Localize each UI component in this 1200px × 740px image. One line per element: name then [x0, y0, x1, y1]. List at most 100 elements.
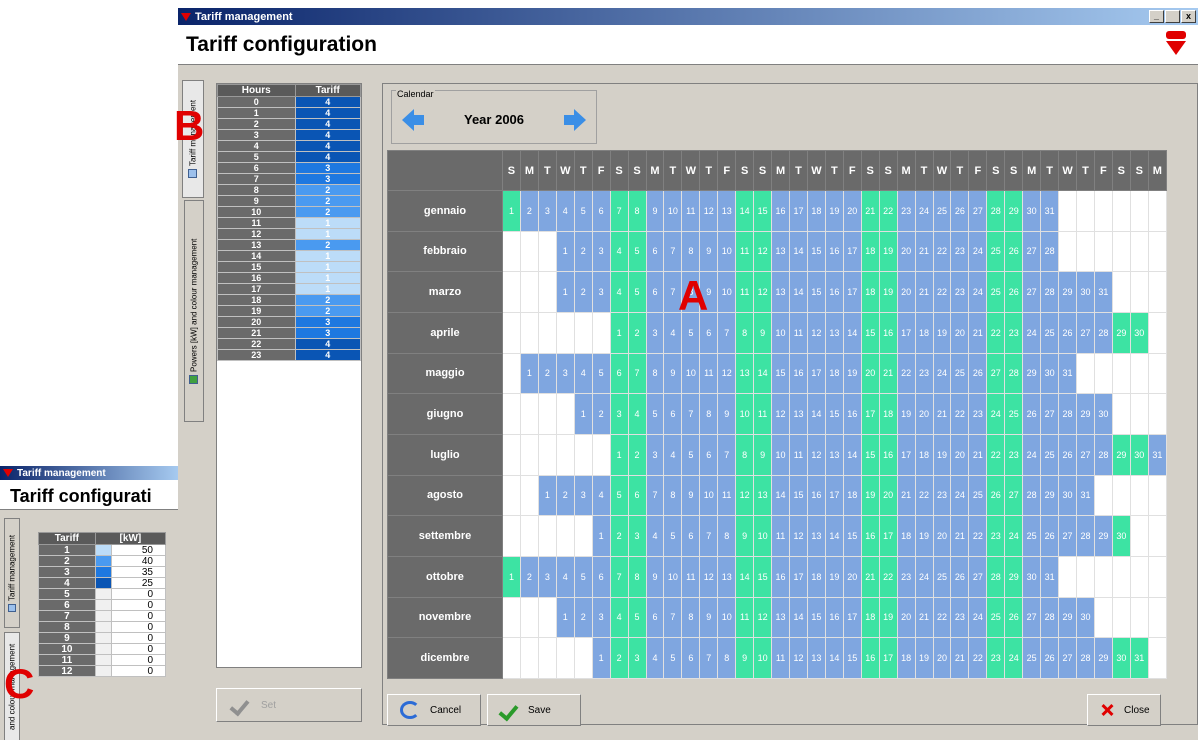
weekday-cell[interactable]: 3 [573, 474, 593, 517]
weekday-cell[interactable]: 3 [555, 352, 575, 395]
weekend-day-cell[interactable]: 21 [860, 555, 880, 598]
tariff-color-swatch[interactable] [94, 654, 112, 666]
weekday-cell[interactable]: 17 [806, 352, 826, 395]
weekend-day-cell[interactable]: 12 [753, 271, 773, 313]
weekend-day-cell[interactable]: 2 [609, 515, 629, 557]
weekday-cell[interactable]: 24 [914, 190, 934, 232]
weekday-cell[interactable]: 24 [968, 230, 988, 273]
weekend-day-cell[interactable]: 5 [627, 271, 647, 313]
tariff-cell[interactable]: 3 [294, 316, 361, 328]
weekend-day-cell[interactable]: 19 [878, 230, 898, 273]
weekend-day-cell[interactable]: 9 [753, 433, 773, 476]
weekday-cell[interactable]: 28 [1093, 311, 1113, 354]
weekend-day-cell[interactable]: 30 [1111, 637, 1131, 679]
weekend-day-cell[interactable]: 29 [1004, 555, 1024, 598]
weekend-day-cell[interactable]: 7 [627, 352, 647, 395]
weekday-cell[interactable]: 12 [806, 311, 826, 354]
weekday-cell[interactable]: 29 [1076, 393, 1095, 435]
weekend-day-cell[interactable]: 15 [753, 190, 773, 232]
weekend-day-cell[interactable]: 25 [986, 271, 1006, 313]
weekend-day-cell[interactable]: 28 [1004, 352, 1024, 395]
weekend-day-cell[interactable]: 4 [627, 393, 647, 435]
weekday-cell[interactable]: 19 [914, 637, 934, 679]
weekend-day-cell[interactable]: 25 [986, 230, 1006, 273]
weekend-day-cell[interactable]: 1 [502, 190, 521, 232]
weekday-cell[interactable]: 29 [1093, 637, 1113, 679]
weekday-cell[interactable]: 3 [645, 311, 665, 354]
weekday-cell[interactable]: 24 [932, 352, 952, 395]
weekend-day-cell[interactable]: 1 [502, 555, 521, 598]
weekday-cell[interactable]: 4 [591, 474, 611, 517]
weekday-cell[interactable]: 20 [842, 190, 862, 232]
weekday-cell[interactable]: 10 [681, 352, 701, 395]
weekday-cell[interactable]: 28 [1040, 271, 1060, 313]
tariff-color-swatch[interactable] [94, 588, 112, 600]
weekday-cell[interactable]: 25 [932, 190, 952, 232]
tariff-color-swatch[interactable] [94, 577, 112, 589]
weekday-cell[interactable]: 13 [824, 433, 844, 476]
weekday-cell[interactable]: 9 [681, 474, 701, 517]
weekend-day-cell[interactable]: 17 [878, 515, 898, 557]
weekday-cell[interactable]: 4 [645, 637, 665, 679]
weekday-cell[interactable]: 8 [681, 596, 701, 639]
weekday-cell[interactable]: 11 [789, 311, 808, 354]
weekday-cell[interactable]: 14 [806, 393, 826, 435]
weekday-cell[interactable]: 15 [842, 637, 862, 679]
weekday-cell[interactable]: 31 [1058, 352, 1077, 395]
weekday-cell[interactable]: 15 [806, 596, 826, 639]
weekday-cell[interactable]: 3 [591, 271, 611, 313]
weekday-cell[interactable]: 11 [681, 555, 701, 598]
weekday-cell[interactable]: 16 [842, 393, 862, 435]
weekday-cell[interactable]: 10 [663, 190, 683, 232]
weekday-cell[interactable]: 3 [591, 596, 611, 639]
weekday-cell[interactable]: 27 [1040, 393, 1060, 435]
weekday-cell[interactable]: 18 [896, 637, 916, 679]
tariff-cell[interactable]: 3 [294, 327, 361, 339]
weekday-cell[interactable]: 28 [1040, 596, 1060, 639]
weekend-day-cell[interactable]: 18 [860, 596, 880, 639]
weekend-day-cell[interactable]: 21 [878, 352, 898, 395]
tariff-color-swatch[interactable] [94, 610, 112, 622]
weekday-cell[interactable]: 4 [663, 433, 683, 476]
weekday-cell[interactable]: 12 [789, 515, 808, 557]
weekend-day-cell[interactable]: 26 [986, 474, 1006, 517]
weekend-day-cell[interactable]: 16 [878, 433, 898, 476]
weekday-cell[interactable]: 1 [537, 474, 557, 517]
weekend-day-cell[interactable]: 20 [878, 474, 898, 517]
weekend-day-cell[interactable]: 25 [986, 596, 1006, 639]
weekday-cell[interactable]: 16 [806, 474, 826, 517]
weekday-cell[interactable]: 13 [806, 515, 826, 557]
weekend-day-cell[interactable]: 18 [860, 230, 880, 273]
weekday-cell[interactable]: 14 [789, 271, 808, 313]
previous-year-arrow-icon[interactable] [402, 109, 426, 131]
weekday-cell[interactable]: 16 [824, 230, 844, 273]
weekday-cell[interactable]: 4 [555, 190, 575, 232]
weekday-cell[interactable]: 3 [537, 190, 557, 232]
weekday-cell[interactable]: 15 [806, 230, 826, 273]
tariff-cell[interactable]: 2 [294, 239, 361, 251]
weekend-day-cell[interactable]: 30 [1111, 515, 1131, 557]
weekday-cell[interactable]: 13 [806, 637, 826, 679]
kw-value-cell[interactable]: 0 [110, 588, 167, 600]
weekday-cell[interactable]: 8 [645, 352, 665, 395]
weekday-cell[interactable]: 2 [519, 190, 539, 232]
inset-tab-tariff-management[interactable]: Tariff management [4, 518, 20, 628]
weekday-cell[interactable]: 16 [771, 555, 790, 598]
weekday-cell[interactable]: 10 [717, 596, 737, 639]
maximize-button[interactable] [1165, 10, 1180, 23]
tariff-color-swatch[interactable] [94, 665, 112, 677]
weekday-cell[interactable]: 22 [968, 515, 988, 557]
tariff-cell[interactable]: 4 [294, 151, 361, 163]
weekday-cell[interactable]: 22 [932, 271, 952, 313]
weekday-cell[interactable]: 31 [1147, 433, 1168, 476]
kw-value-cell[interactable]: 50 [110, 544, 167, 556]
weekday-cell[interactable]: 6 [681, 637, 701, 679]
weekday-cell[interactable]: 7 [681, 393, 701, 435]
kw-value-cell[interactable]: 0 [110, 621, 167, 633]
weekend-day-cell[interactable]: 4 [609, 230, 629, 273]
tariff-cell[interactable]: 2 [294, 195, 361, 207]
weekday-cell[interactable]: 7 [663, 596, 683, 639]
weekday-cell[interactable]: 5 [663, 515, 683, 557]
weekend-day-cell[interactable]: 26 [1004, 596, 1024, 639]
weekend-day-cell[interactable]: 9 [735, 637, 755, 679]
